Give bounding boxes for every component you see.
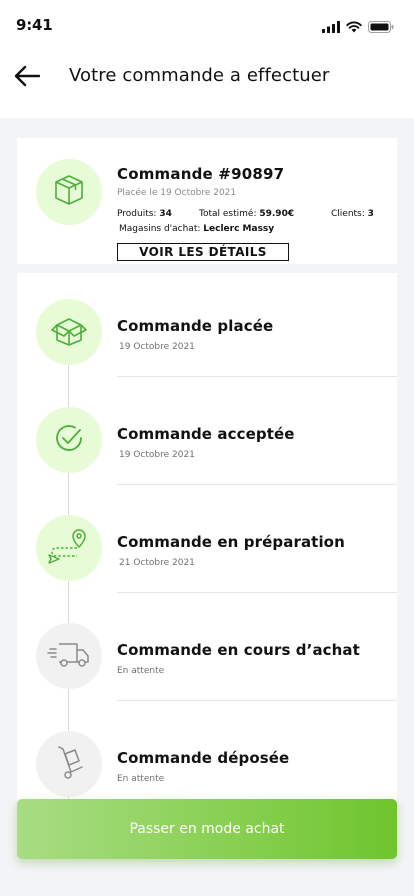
step-icon-circle bbox=[36, 299, 102, 365]
box-open-icon bbox=[49, 313, 89, 351]
order-timeline: Commande placée 19 Octobre 2021 Commande… bbox=[17, 273, 397, 813]
store-label: Magasins d'achat: bbox=[119, 224, 201, 234]
route-pin-icon bbox=[47, 526, 91, 570]
step-title: Commande en cours d’achat bbox=[117, 641, 360, 659]
products-label: Produits: bbox=[117, 209, 157, 219]
order-products: Produits: 34 bbox=[117, 209, 172, 219]
step-divider bbox=[117, 592, 397, 593]
step-divider bbox=[117, 484, 397, 485]
package-box-icon bbox=[52, 173, 86, 211]
step-title: Commande en préparation bbox=[117, 533, 345, 551]
step-icon-circle bbox=[36, 623, 102, 689]
status-icons bbox=[322, 18, 394, 37]
battery-icon bbox=[368, 18, 394, 37]
step-icon-circle bbox=[36, 731, 102, 797]
order-clients: Clients: 3 bbox=[331, 209, 374, 219]
store-value: Leclerc Massy bbox=[203, 224, 275, 234]
back-arrow-icon[interactable] bbox=[14, 64, 44, 88]
timeline-step-delivered: Commande déposée En attente bbox=[17, 705, 397, 813]
timeline-step-preparation: Commande en préparation 21 Octobre 2021 bbox=[17, 489, 397, 597]
step-date: 21 Octobre 2021 bbox=[119, 558, 195, 568]
check-circle-icon bbox=[53, 422, 85, 458]
step-icon-circle bbox=[36, 515, 102, 581]
order-summary-card: Commande #90897 Placée le 19 Octobre 202… bbox=[17, 138, 397, 264]
wifi-icon bbox=[346, 18, 362, 37]
order-store: Magasins d'achat: Leclerc Massy bbox=[119, 224, 274, 234]
step-title: Commande déposée bbox=[117, 749, 290, 767]
timeline-step-accepted: Commande acceptée 19 Octobre 2021 bbox=[17, 381, 397, 489]
step-title: Commande placée bbox=[117, 317, 274, 335]
timeline-step-purchasing: Commande en cours d’achat En attente bbox=[17, 597, 397, 705]
total-label: Total estimé: bbox=[199, 209, 257, 219]
clients-value: 3 bbox=[367, 209, 374, 219]
delivery-truck-icon bbox=[47, 638, 91, 674]
status-bar: 9:41 bbox=[0, 0, 414, 54]
step-date: 19 Octobre 2021 bbox=[119, 342, 195, 352]
page-title: Votre commande a effectuer bbox=[69, 65, 330, 86]
status-time: 9:41 bbox=[16, 16, 53, 34]
timeline-step-placed: Commande placée 19 Octobre 2021 bbox=[17, 273, 397, 381]
step-date: En attente bbox=[117, 666, 165, 676]
step-divider bbox=[117, 700, 397, 701]
signal-icon bbox=[322, 18, 340, 37]
order-icon-circle bbox=[36, 159, 102, 225]
step-divider bbox=[117, 376, 397, 377]
step-title: Commande acceptée bbox=[117, 425, 295, 443]
shopping-mode-button[interactable]: Passer en mode achat bbox=[17, 799, 397, 859]
order-number: Commande #90897 bbox=[117, 165, 285, 183]
page-header: Votre commande a effectuer bbox=[0, 54, 414, 118]
step-date: 19 Octobre 2021 bbox=[119, 450, 195, 460]
view-details-button[interactable]: VOIR LES DÉTAILS bbox=[117, 243, 289, 261]
step-date: En attente bbox=[117, 774, 165, 784]
hand-truck-icon bbox=[51, 744, 87, 784]
order-total: Total estimé: 59.90€ bbox=[199, 209, 294, 219]
order-placed-date: Placée le 19 Octobre 2021 bbox=[117, 188, 237, 198]
clients-label: Clients: bbox=[331, 209, 365, 219]
products-value: 34 bbox=[159, 209, 172, 219]
total-value: 59.90€ bbox=[259, 209, 295, 219]
step-icon-circle bbox=[36, 407, 102, 473]
